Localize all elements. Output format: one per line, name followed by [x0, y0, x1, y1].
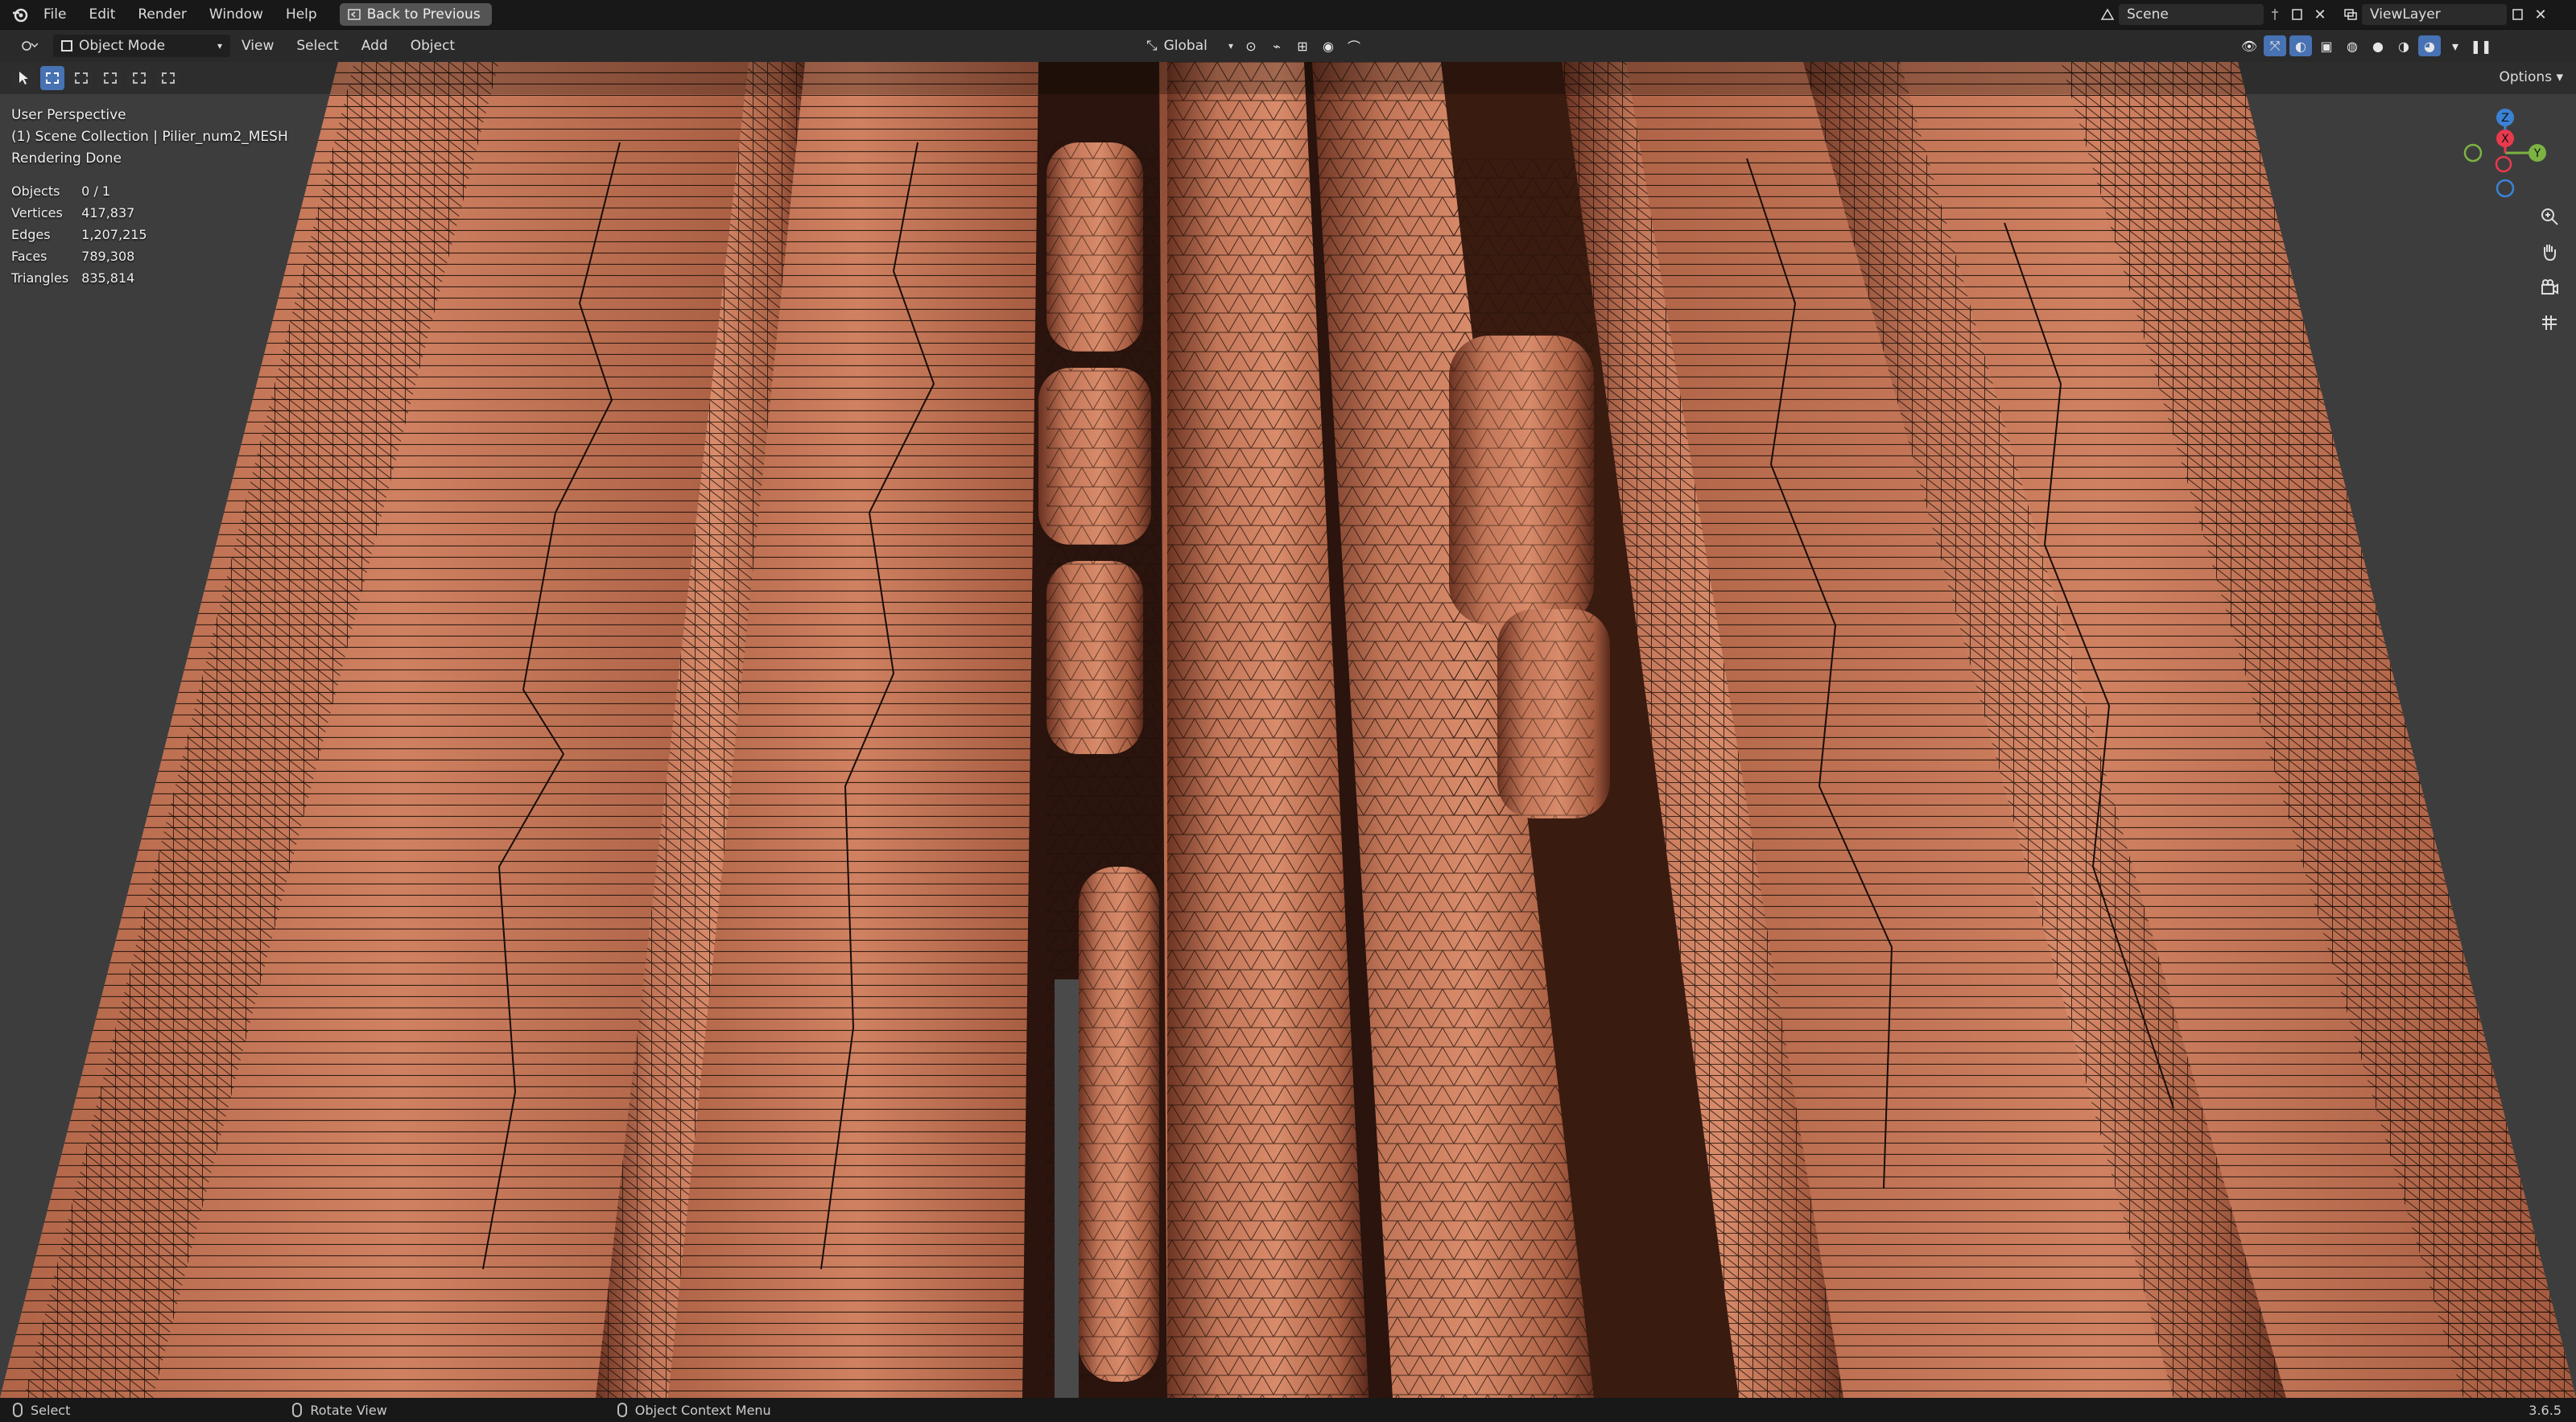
menu-file[interactable]: File	[32, 0, 77, 29]
grid-icon[interactable]	[2534, 307, 2565, 338]
chevron-down-icon: ▾	[1228, 40, 1233, 52]
proportional-edit-icon[interactable]: ◉	[1317, 35, 1340, 56]
chevron-down-icon: ▾	[217, 40, 222, 52]
select-box-invert-icon[interactable]	[127, 66, 151, 90]
view-layer-selector: ViewLayer ✕	[2339, 2, 2552, 27]
3d-viewport[interactable]	[0, 62, 2576, 1398]
rendered-shading-icon[interactable]: ◕	[2418, 35, 2441, 56]
top-menu-bar: File Edit Render Window Help Back to Pre…	[0, 0, 2576, 30]
pause-icon[interactable]: ❚❚	[2470, 35, 2492, 56]
blender-logo-icon[interactable]	[8, 2, 32, 27]
select-box-new-icon[interactable]	[40, 66, 64, 90]
menu-add[interactable]: Add	[350, 38, 399, 54]
pin-icon[interactable]	[2264, 4, 2286, 25]
mouse-left-icon	[13, 1403, 23, 1417]
status-context-menu: Object Context Menu	[605, 1403, 771, 1418]
tool-settings	[11, 66, 180, 90]
viewport-header: Object Mode ▾ View Select Add Object ⤡ G…	[0, 30, 2576, 62]
mouse-middle-icon	[292, 1403, 303, 1417]
collection-label: (1) Scene Collection | Pilier_num2_MESH	[11, 129, 288, 145]
render-status-label: Rendering Done	[11, 150, 122, 167]
overlay-toggle-icon[interactable]: ◐	[2289, 35, 2312, 56]
version-label: 3.6.5	[2529, 1402, 2562, 1418]
scene-statistics: Objects 0 / 1 Vertices 417,837 Edges 1,207,…	[11, 180, 160, 289]
axis-neg-y-handle[interactable]	[2463, 143, 2483, 163]
stat-row: Faces 789,308	[11, 249, 135, 264]
mesh-render	[0, 62, 2576, 1398]
select-box-subtract-icon[interactable]	[98, 66, 122, 90]
snap-icon[interactable]: ⌁	[1265, 35, 1288, 56]
options-dropdown[interactable]: Options ▾	[2499, 69, 2563, 85]
falloff-icon[interactable]: ⌒	[1343, 35, 1365, 56]
perspective-label: User Perspective	[11, 107, 126, 123]
menu-render[interactable]: Render	[126, 0, 198, 29]
menu-help[interactable]: Help	[275, 0, 328, 29]
mode-dropdown[interactable]: Object Mode ▾	[53, 35, 230, 57]
axis-neg-x-handle[interactable]	[2495, 155, 2512, 173]
material-shading-icon[interactable]: ◑	[2392, 35, 2415, 56]
scene-name-field[interactable]: Scene	[2119, 4, 2264, 25]
menu-edit[interactable]: Edit	[77, 0, 126, 29]
object-mode-icon	[61, 40, 72, 52]
back-icon	[347, 9, 361, 20]
select-box-extend-icon[interactable]	[69, 66, 93, 90]
menu-select[interactable]: Select	[285, 38, 349, 54]
svg-text:Y: Y	[2533, 147, 2541, 160]
transform-orientation-icon: ⤡	[1146, 38, 1158, 54]
stat-row: Objects 0 / 1	[11, 183, 111, 199]
scene-selector: Scene ✕	[2096, 2, 2331, 27]
camera-icon[interactable]	[2534, 272, 2565, 303]
new-scene-icon[interactable]	[2286, 4, 2309, 25]
status-select: Select	[0, 1403, 70, 1418]
menu-object[interactable]: Object	[399, 38, 466, 54]
wireframe-shading-icon[interactable]: ◍	[2341, 35, 2363, 56]
view-layer-field[interactable]: ViewLayer	[2362, 4, 2507, 25]
back-to-previous-button[interactable]: Back to Previous	[339, 3, 492, 26]
select-cursor-icon[interactable]	[11, 66, 35, 90]
navigation-gizmo[interactable]: Z X Y	[2454, 105, 2550, 201]
shading-options-icon[interactable]: ▾	[2444, 35, 2467, 56]
hand-icon[interactable]	[2534, 237, 2565, 267]
status-bar: Select Rotate View Object Context Menu 3…	[0, 1398, 2576, 1422]
status-rotate: Rotate View	[279, 1403, 387, 1418]
close-icon[interactable]: ✕	[2309, 4, 2331, 25]
xray-icon[interactable]: ▣	[2315, 35, 2338, 56]
stat-row: Triangles 835,814	[11, 270, 135, 286]
viewport-info: User Perspective (1) Scene Collection | …	[11, 105, 288, 170]
gizmo-toggle-icon[interactable]: ⤧	[2264, 35, 2286, 56]
svg-text:Z: Z	[2501, 112, 2509, 125]
zoom-icon[interactable]	[2534, 201, 2565, 232]
axis-neg-z-handle[interactable]	[2496, 179, 2515, 198]
pivot-icon[interactable]: ⊙	[1240, 35, 1262, 56]
view-layer-icon[interactable]	[2339, 4, 2362, 25]
mouse-right-icon	[617, 1403, 627, 1417]
solid-shading-icon[interactable]: ●	[2367, 35, 2389, 56]
close-icon[interactable]: ✕	[2529, 4, 2552, 25]
scene-icon[interactable]	[2096, 4, 2119, 25]
snap-target-icon[interactable]: ⊞	[1291, 35, 1314, 56]
stat-row: Vertices 417,837	[11, 205, 135, 221]
back-label: Back to Previous	[366, 6, 481, 23]
stat-row: Edges 1,207,215	[11, 227, 147, 242]
select-box-intersect-icon[interactable]	[156, 66, 180, 90]
orientation-dropdown[interactable]: ⤡ Global ▾	[1138, 35, 1241, 57]
visibility-icon[interactable]: 👁	[2238, 35, 2260, 56]
menu-view[interactable]: View	[230, 38, 285, 54]
new-layer-icon[interactable]	[2507, 4, 2529, 25]
menu-window[interactable]: Window	[198, 0, 275, 29]
svg-text:X: X	[2501, 133, 2509, 146]
editor-type-icon[interactable]	[13, 35, 45, 56]
